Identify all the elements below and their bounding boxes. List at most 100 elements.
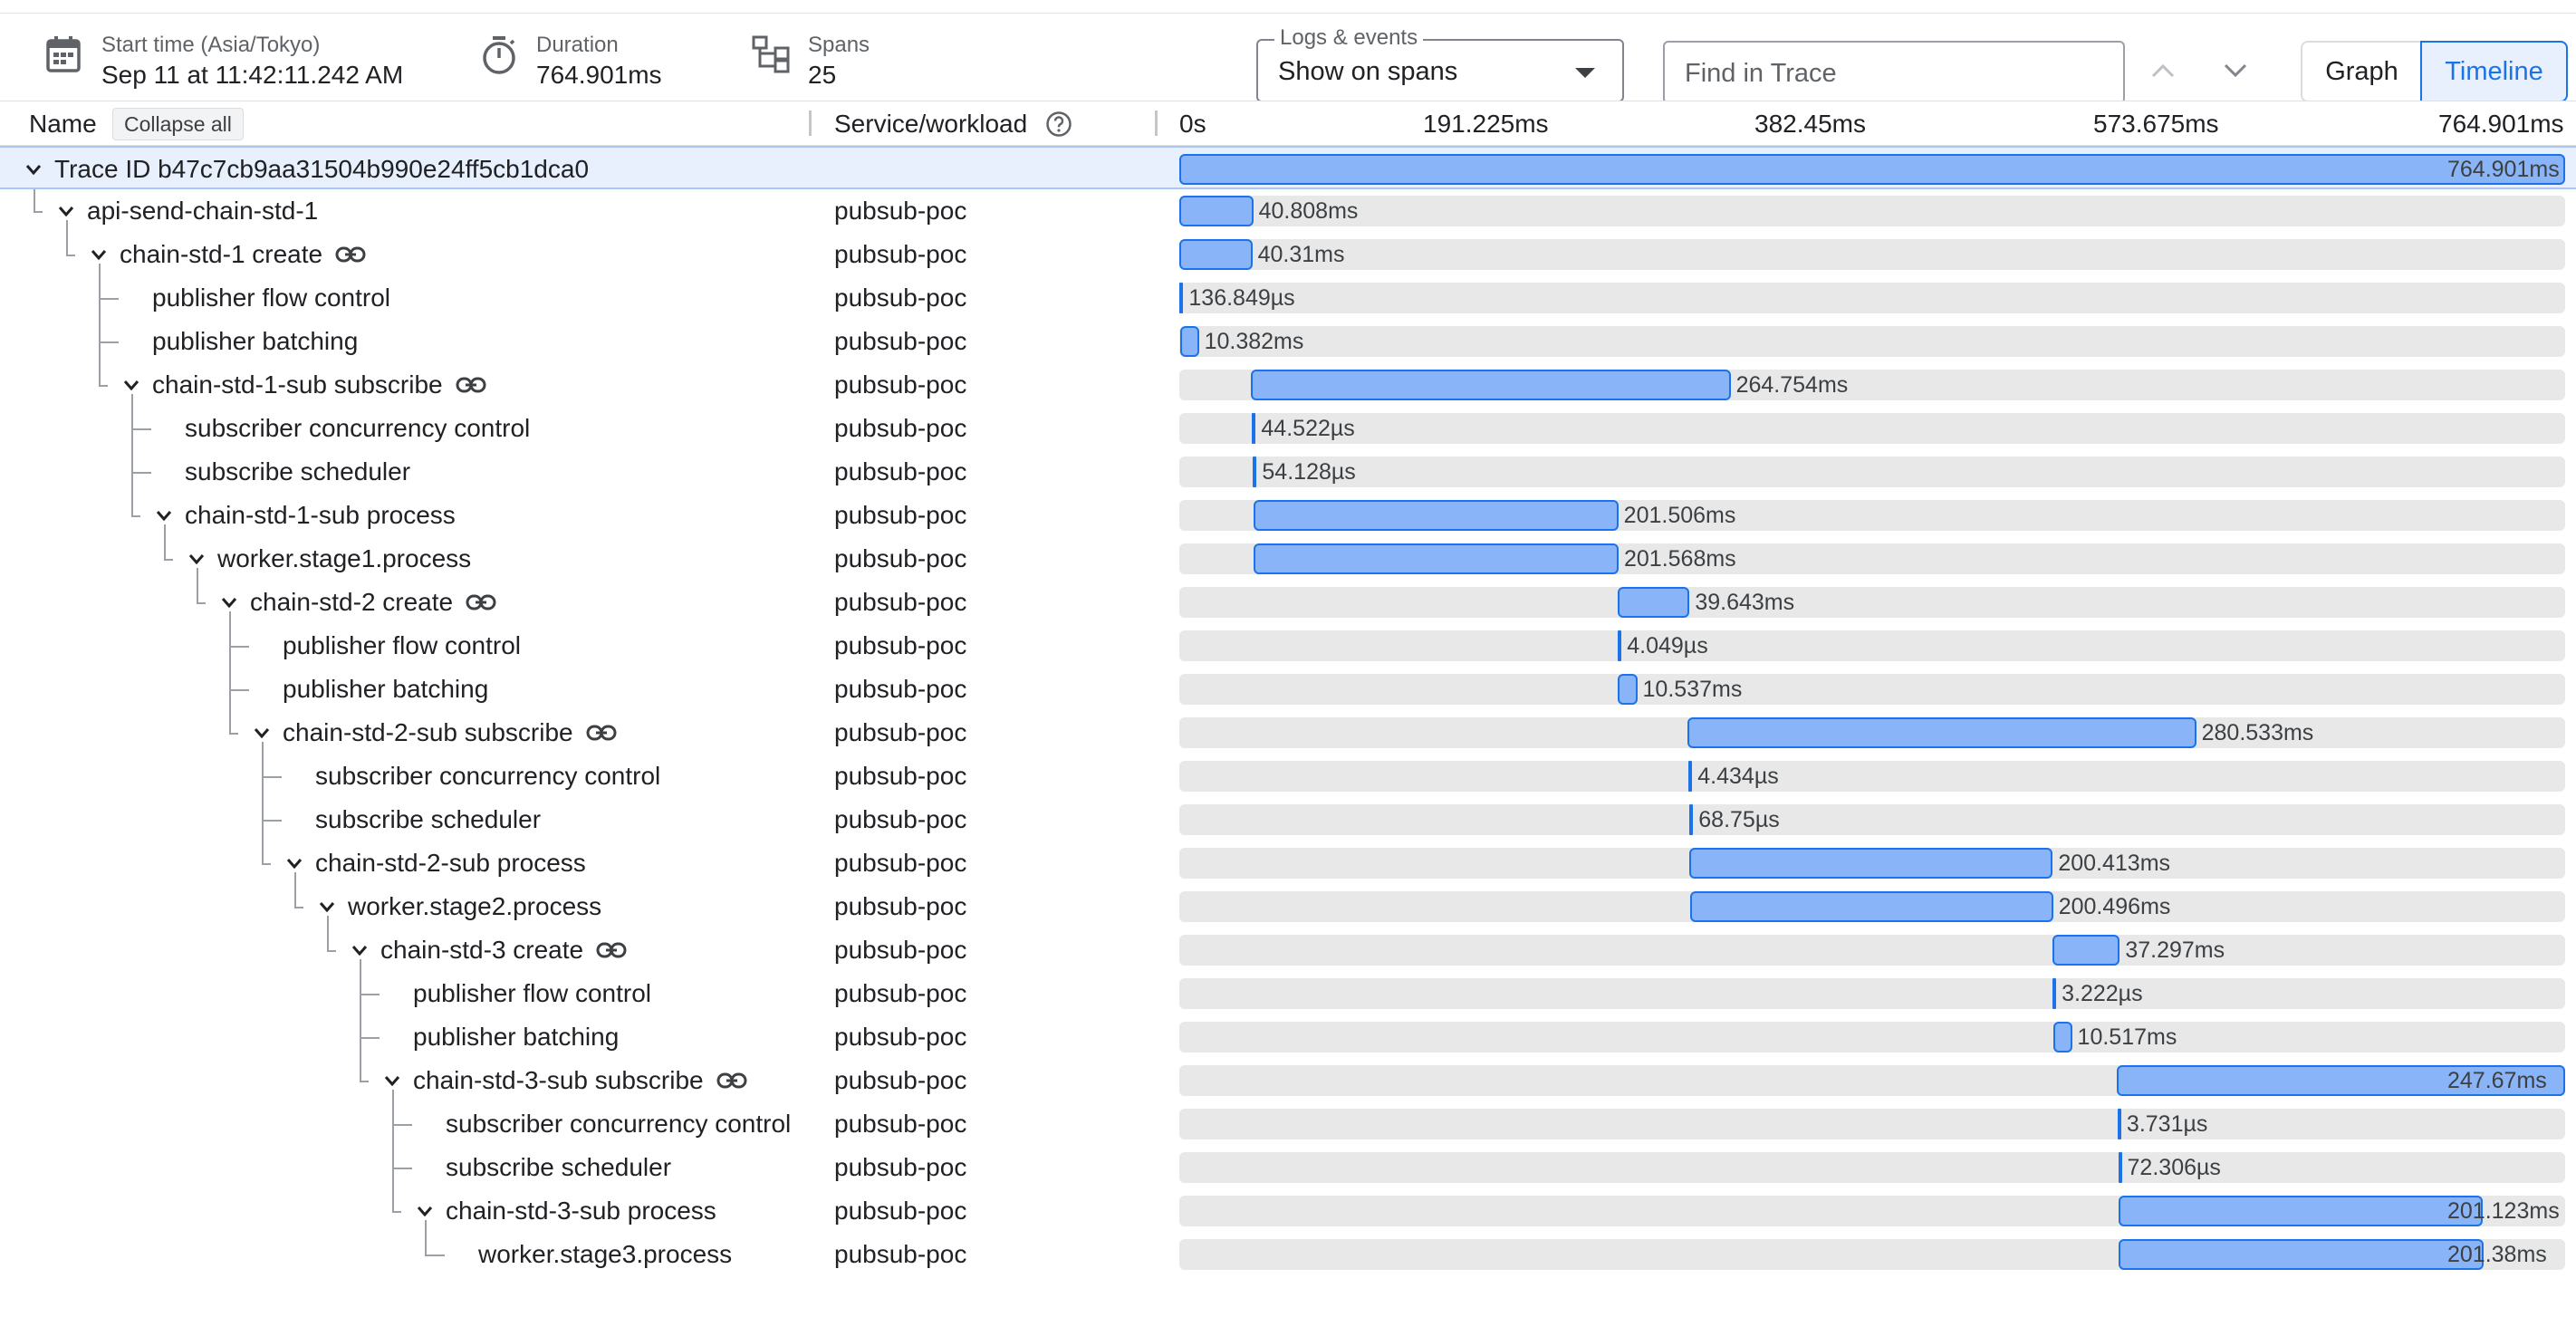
- timeline-track: [1179, 978, 2565, 1009]
- span-row[interactable]: subscribe scheduler pubsub-poc 68.75µs: [0, 798, 2576, 841]
- span-bar[interactable]: [1687, 717, 2196, 748]
- span-bar[interactable]: [2117, 1109, 2121, 1139]
- span-row[interactable]: publisher batching pubsub-poc 10.382ms: [0, 320, 2576, 363]
- chevron-down-icon[interactable]: [284, 853, 304, 873]
- span-row[interactable]: subscriber concurrency control pubsub-poc…: [0, 755, 2576, 798]
- span-bar[interactable]: [1179, 326, 1199, 357]
- chevron-down-icon[interactable]: [89, 245, 109, 264]
- span-row[interactable]: chain-std-2 create pubsub-poc 39.643ms: [0, 581, 2576, 624]
- span-row[interactable]: subscribe scheduler pubsub-poc 72.306µs: [0, 1146, 2576, 1189]
- span-duration: 44.522µs: [1261, 416, 1355, 441]
- span-name: worker.stage3.process: [478, 1240, 733, 1268]
- span-row[interactable]: chain-std-1 create pubsub-poc 40.31ms: [0, 233, 2576, 276]
- service-name: pubsub-poc: [834, 544, 967, 572]
- span-bar[interactable]: [1179, 196, 1254, 226]
- span-bar[interactable]: [1618, 674, 1638, 705]
- span-bar[interactable]: [1618, 587, 1690, 618]
- span-row[interactable]: publisher batching pubsub-poc 10.537ms: [0, 668, 2576, 711]
- span-duration: 4.434µs: [1697, 764, 1779, 789]
- span-row[interactable]: publisher batching pubsub-poc 10.517ms: [0, 1015, 2576, 1059]
- next-match-button[interactable]: [2220, 55, 2251, 86]
- graph-view-button[interactable]: Graph: [2301, 41, 2421, 102]
- chevron-down-icon[interactable]: [154, 505, 174, 525]
- span-bar[interactable]: [2052, 978, 2057, 1009]
- timeline-track: [1179, 413, 2565, 444]
- chevron-down-icon[interactable]: [56, 201, 76, 221]
- link-icon[interactable]: [716, 1072, 747, 1090]
- span-row[interactable]: subscribe scheduler pubsub-poc 54.128µs: [0, 450, 2576, 494]
- trace-root-row[interactable]: Trace ID b47c7cb9aa31504b990e24ff5cb1dca…: [0, 146, 2576, 189]
- span-name: subscriber concurrency control: [185, 414, 531, 442]
- span-bar[interactable]: [1618, 630, 1622, 661]
- span-row[interactable]: chain-std-2-sub process pubsub-poc 200.413…: [0, 841, 2576, 885]
- link-icon[interactable]: [466, 593, 496, 611]
- span-row[interactable]: chain-std-1-sub process pubsub-poc 201.506…: [0, 494, 2576, 537]
- calendar-icon: [45, 35, 82, 78]
- timeline-track: [1179, 674, 2565, 705]
- chevron-down-icon[interactable]: [415, 1201, 435, 1221]
- span-row[interactable]: chain-std-3 create pubsub-poc 37.297ms: [0, 928, 2576, 972]
- span-bar[interactable]: [1253, 457, 1257, 487]
- span-row[interactable]: chain-std-3-sub subscribe pubsub-poc 247.6…: [0, 1059, 2576, 1102]
- logs-events-select[interactable]: Logs & events Show on spans: [1256, 24, 1624, 102]
- chevron-down-icon[interactable]: [24, 159, 43, 179]
- span-name: publisher flow control: [283, 631, 522, 659]
- span-row[interactable]: subscriber concurrency control pubsub-poc…: [0, 407, 2576, 450]
- start-time-block: Start time (Asia/Tokyo) Sep 11 at 11:42:…: [101, 32, 403, 91]
- column-resize-handle-service[interactable]: [1155, 111, 1158, 136]
- span-bar[interactable]: [1688, 761, 1693, 792]
- span-row[interactable]: chain-std-3-sub process pubsub-poc 201.123…: [0, 1189, 2576, 1233]
- chevron-down-icon[interactable]: [252, 723, 272, 743]
- chevron-down-icon[interactable]: [350, 940, 370, 960]
- span-bar[interactable]: [1252, 413, 1256, 444]
- service-name: pubsub-poc: [834, 197, 967, 225]
- timeline-track: [1179, 761, 2565, 792]
- link-icon[interactable]: [456, 376, 486, 394]
- chevron-down-icon[interactable]: [121, 375, 141, 395]
- chevron-down-icon[interactable]: [187, 549, 207, 569]
- service-name: pubsub-poc: [834, 327, 967, 355]
- span-bar[interactable]: [1253, 500, 1619, 531]
- span-row[interactable]: publisher flow control pubsub-poc 4.049µs: [0, 624, 2576, 668]
- previous-match-button[interactable]: [2148, 55, 2178, 86]
- chevron-down-icon[interactable]: [382, 1071, 402, 1091]
- span-row[interactable]: worker.stage2.process pubsub-poc 200.496ms: [0, 885, 2576, 928]
- span-bar[interactable]: [2118, 1239, 2484, 1270]
- span-bar[interactable]: [2052, 1022, 2072, 1053]
- span-row[interactable]: publisher flow control pubsub-poc 3.222µs: [0, 972, 2576, 1015]
- span-duration: 40.808ms: [1258, 198, 1359, 224]
- link-icon[interactable]: [596, 941, 627, 959]
- find-in-trace-field[interactable]: [1663, 41, 2125, 104]
- span-row[interactable]: api-send-chain-std-1 pubsub-poc 40.808ms: [0, 189, 2576, 233]
- timeline-track: [1179, 1152, 2565, 1183]
- span-bar[interactable]: [1179, 154, 2565, 185]
- span-row[interactable]: chain-std-2-sub subscribe pubsub-poc 280.5…: [0, 711, 2576, 755]
- collapse-all-button[interactable]: Collapse all: [112, 108, 244, 140]
- span-bar[interactable]: [2052, 935, 2120, 966]
- span-bar[interactable]: [1179, 283, 1184, 313]
- span-bar[interactable]: [2118, 1152, 2122, 1183]
- span-bar[interactable]: [1251, 370, 1731, 400]
- span-bar[interactable]: [1689, 804, 1694, 835]
- span-name: subscribe scheduler: [446, 1153, 672, 1181]
- span-bar[interactable]: [1689, 891, 2053, 922]
- span-row[interactable]: worker.stage1.process pubsub-poc 201.568ms: [0, 537, 2576, 581]
- chevron-down-icon[interactable]: [219, 592, 239, 612]
- span-row[interactable]: worker.stage3.process pubsub-poc 201.38ms: [0, 1233, 2576, 1276]
- span-name: chain-std-2 create: [250, 588, 454, 616]
- span-bar[interactable]: [1689, 848, 2053, 879]
- span-row[interactable]: publisher flow control pubsub-poc 136.849µ…: [0, 276, 2576, 320]
- chevron-down-icon[interactable]: [317, 897, 337, 917]
- link-icon[interactable]: [586, 724, 617, 742]
- span-row[interactable]: chain-std-1-sub subscribe pubsub-poc 264.7…: [0, 363, 2576, 407]
- start-time-label: Start time (Asia/Tokyo): [101, 33, 321, 57]
- help-icon[interactable]: [1045, 111, 1072, 142]
- link-icon[interactable]: [335, 245, 366, 264]
- span-row[interactable]: subscriber concurrency control pubsub-poc…: [0, 1102, 2576, 1146]
- find-in-trace-input[interactable]: [1683, 55, 2103, 91]
- timeline-view-button[interactable]: Timeline: [2420, 41, 2568, 102]
- column-resize-handle-name[interactable]: [809, 111, 812, 136]
- span-bar[interactable]: [1179, 239, 1253, 270]
- span-bar[interactable]: [1253, 543, 1619, 574]
- span-bar[interactable]: [2118, 1196, 2484, 1226]
